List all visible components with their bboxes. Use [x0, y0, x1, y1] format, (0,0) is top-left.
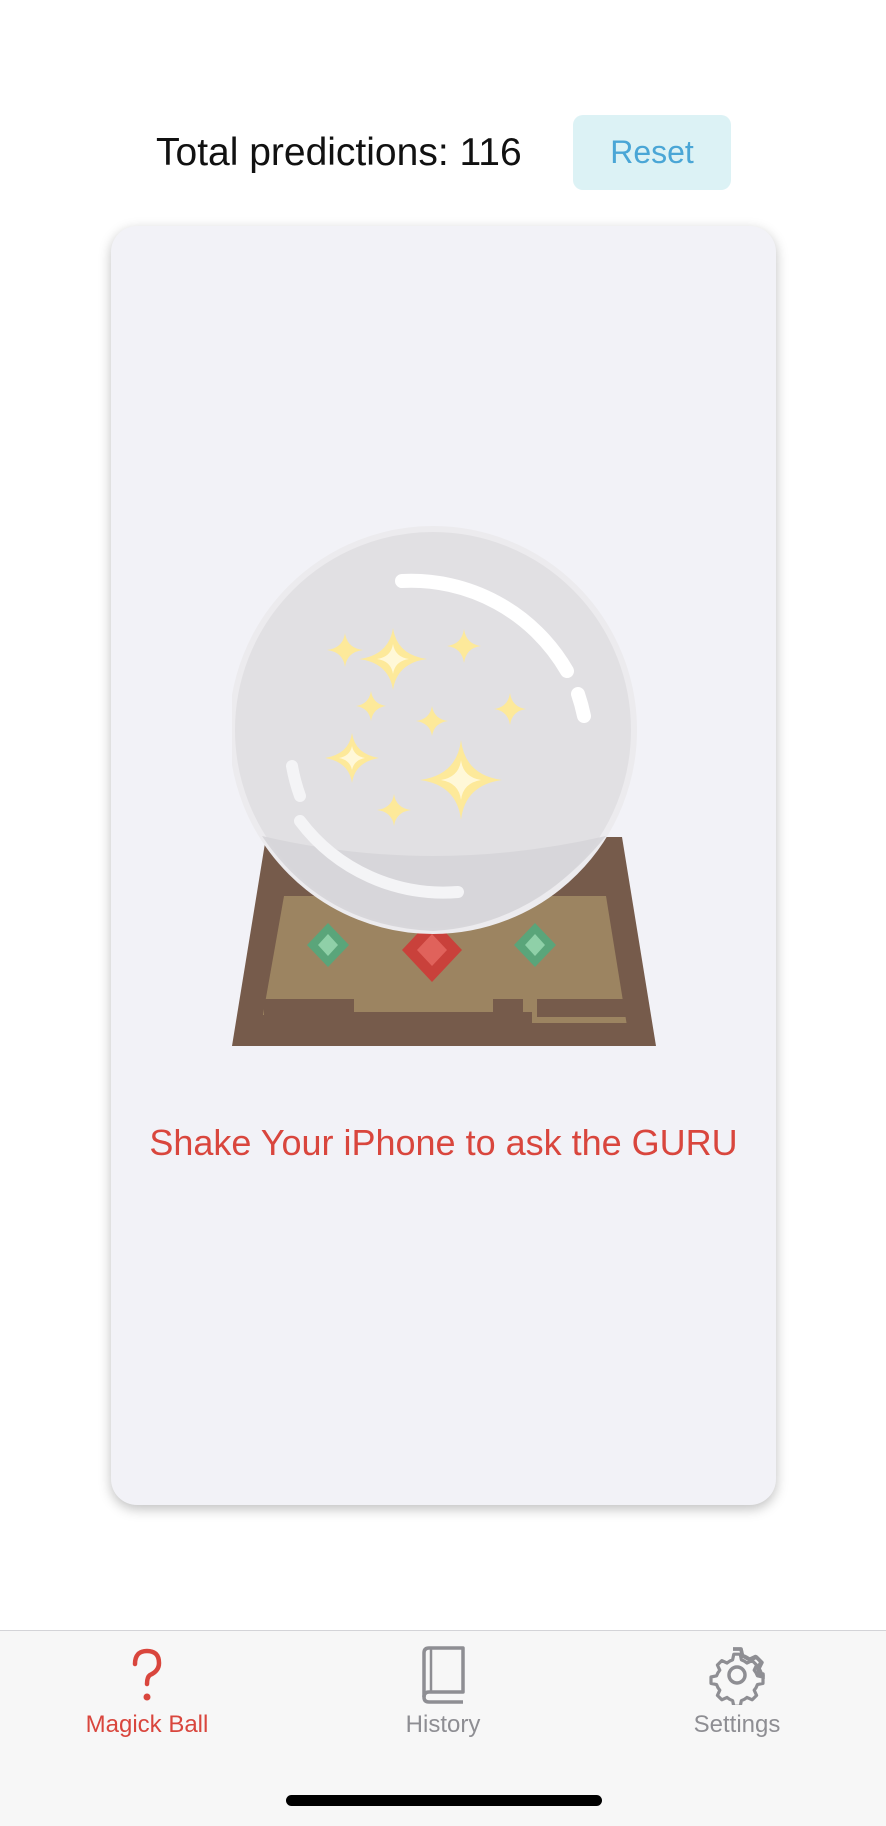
screen: Total predictions: 116 Reset Shake Your … — [0, 0, 886, 1826]
tab-history[interactable]: History — [343, 1645, 543, 1755]
home-indicator[interactable] — [286, 1795, 602, 1806]
gear-icon — [709, 1647, 765, 1705]
book-icon — [422, 1646, 465, 1704]
magick-ball-card: Shake Your iPhone to ask the GURU — [111, 226, 776, 1505]
tab-magick-ball[interactable]: Magick Ball — [47, 1645, 247, 1755]
tab-label-history: History — [405, 1711, 481, 1738]
total-predictions-label: Total predictions: 116 — [156, 131, 522, 174]
tab-label-settings: Settings — [693, 1711, 781, 1738]
header: Total predictions: 116 Reset — [0, 115, 886, 191]
reset-button[interactable]: Reset — [573, 115, 731, 190]
shake-prompt: Shake Your iPhone to ask the GURU — [149, 1122, 738, 1163]
crystal-ball-icon — [232, 526, 656, 1046]
tab-settings[interactable]: Settings — [637, 1645, 837, 1755]
question-mark-icon — [132, 1648, 162, 1701]
tab-label-magick-ball: Magick Ball — [85, 1711, 209, 1738]
